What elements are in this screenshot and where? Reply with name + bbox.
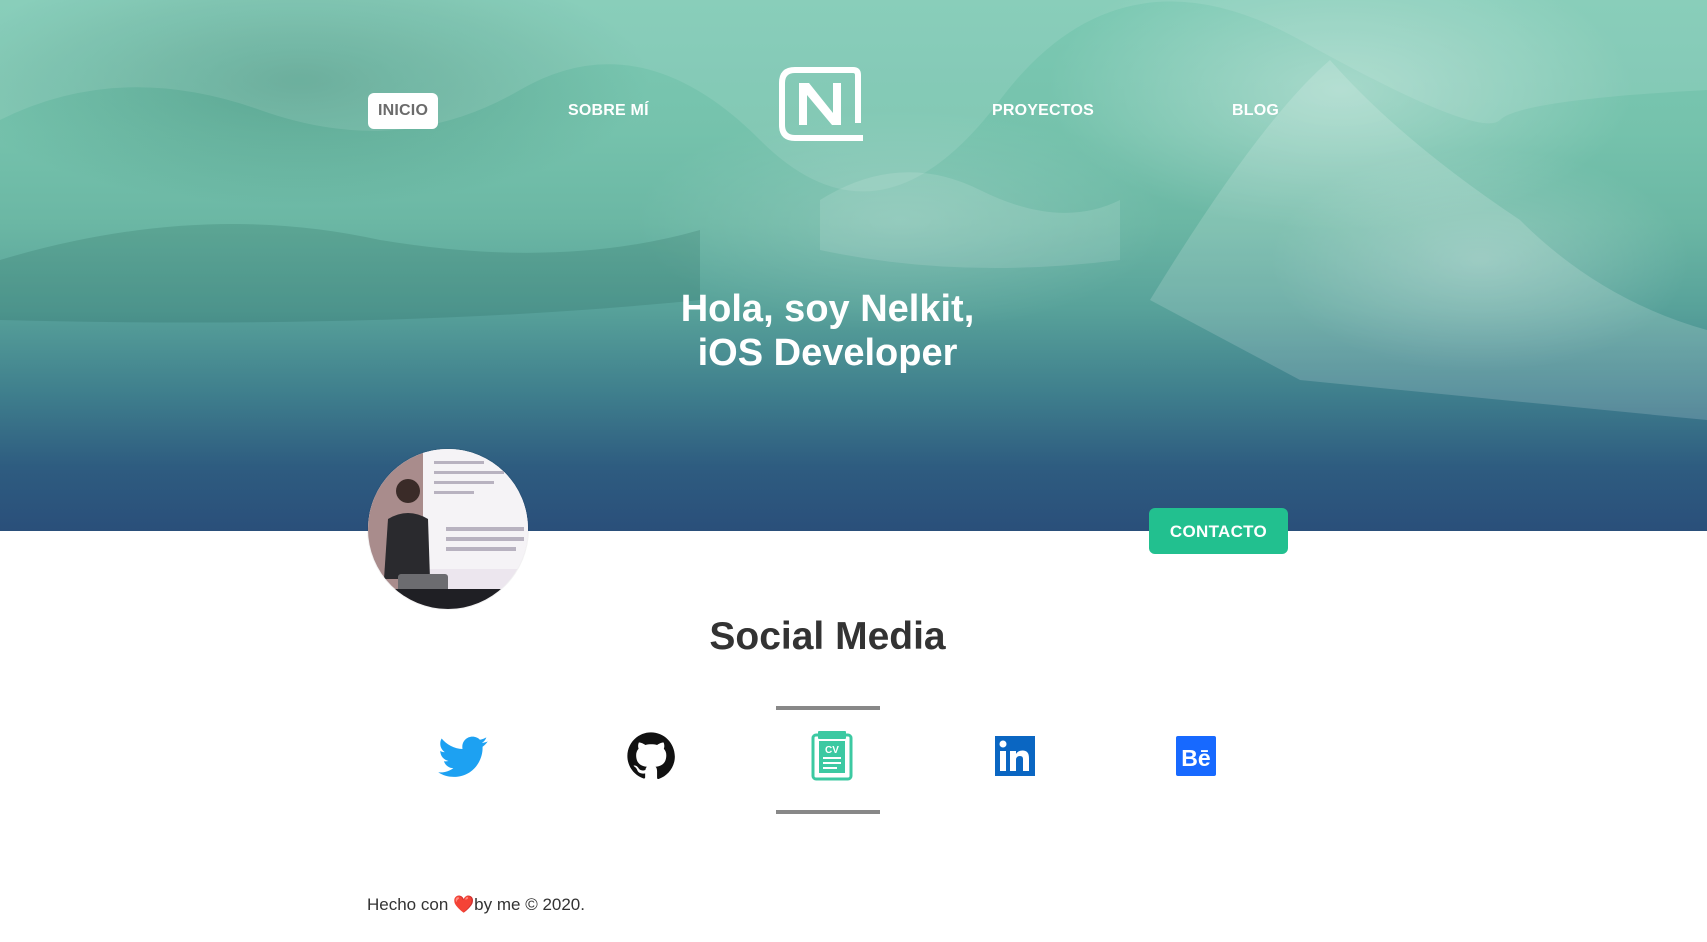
svg-text:CV: CV [825, 745, 839, 756]
nav-item-inicio[interactable]: INICIO [368, 93, 439, 129]
footer: Hecho con ❤️by me © 2020. [367, 895, 585, 915]
footer-text-before: Hecho con [367, 895, 453, 914]
linkedin-link[interactable] [988, 729, 1042, 783]
twitter-link[interactable] [436, 729, 490, 783]
nav-item-blog[interactable]: BLOG [1232, 93, 1279, 129]
cv-bottom-divider [776, 810, 880, 814]
site-logo[interactable] [775, 63, 865, 145]
footer-text-after: by me © 2020. [474, 895, 585, 914]
hero-title: Hola, soy Nelkit, iOS Developer [560, 287, 1095, 375]
logo-icon [779, 67, 863, 141]
nav-item-proyectos[interactable]: PROYECTOS [992, 93, 1094, 129]
svg-text:Bē: Bē [1181, 745, 1210, 771]
heart-icon: ❤️ [453, 895, 475, 914]
github-link[interactable] [624, 729, 678, 783]
avatar [368, 449, 528, 609]
hero-title-line2: iOS Developer [697, 332, 958, 374]
linkedin-icon [995, 736, 1035, 776]
profile-photo [368, 449, 528, 609]
github-icon [627, 732, 675, 779]
hero-title-line1: Hola, soy Nelkit, [680, 288, 975, 330]
social-media-title: Social Media [709, 615, 946, 658]
contact-button[interactable]: CONTACTO [1149, 508, 1288, 554]
cv-link[interactable]: CV [805, 729, 859, 783]
behance-link[interactable]: Bē [1169, 729, 1223, 783]
cv-top-divider [776, 706, 880, 710]
nav-item-sobre-mi[interactable]: SOBRE MÍ [568, 93, 649, 129]
cv-icon: CV [811, 731, 853, 781]
main-nav: INICIO SOBRE MÍ PROYECTOS BLOG [0, 0, 1707, 141]
twitter-icon [438, 736, 488, 777]
behance-icon: Bē [1176, 736, 1216, 776]
